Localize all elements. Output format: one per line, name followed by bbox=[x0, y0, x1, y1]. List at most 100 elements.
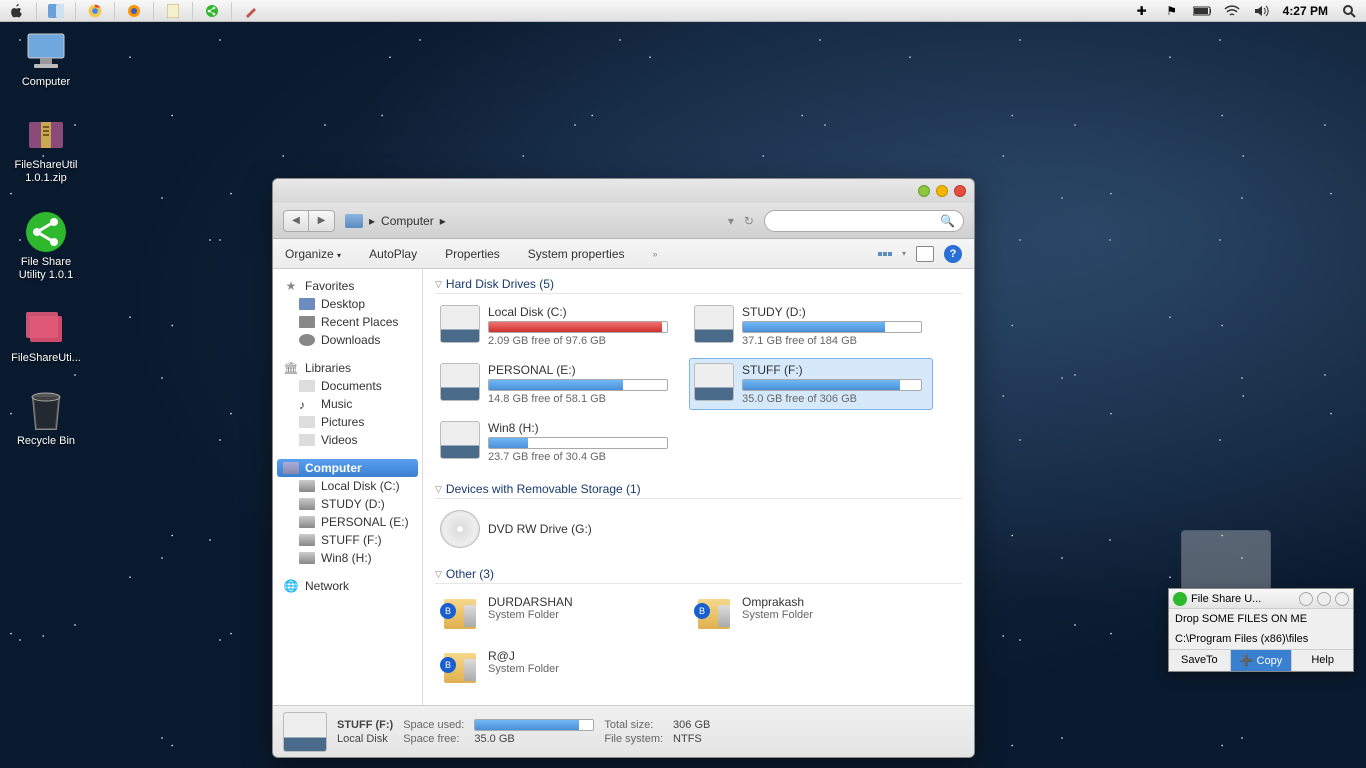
icon-label: FileShareUti... bbox=[11, 352, 81, 365]
util-copy-btn[interactable]: ➕ Copy bbox=[1231, 650, 1293, 671]
sidebar: ★Favorites Desktop Recent Places Downloa… bbox=[273, 269, 423, 705]
clock[interactable]: 4:27 PM bbox=[1283, 4, 1328, 18]
dvd-icon bbox=[440, 510, 480, 548]
firefox-icon[interactable] bbox=[125, 2, 143, 20]
flag-icon[interactable]: ⚑ bbox=[1163, 2, 1181, 20]
favorites-head[interactable]: ★Favorites bbox=[277, 277, 418, 295]
organize-menu[interactable]: Organize ▾ bbox=[285, 247, 341, 261]
drive-icon bbox=[440, 363, 480, 401]
util-titlebar[interactable]: File Share U... bbox=[1169, 589, 1353, 609]
other-item[interactable]: B R@J System Folder bbox=[435, 644, 679, 692]
battery-icon[interactable] bbox=[1193, 2, 1211, 20]
drive-name: STUFF (F:) bbox=[742, 363, 928, 377]
util-close-btn[interactable] bbox=[1335, 592, 1349, 606]
removable-item[interactable]: DVD RW Drive (G:) bbox=[435, 505, 679, 553]
other-item[interactable]: B DURDARSHAN System Folder bbox=[435, 590, 679, 638]
forward-button[interactable]: ▶ bbox=[309, 210, 335, 232]
sidebar-recent[interactable]: Recent Places bbox=[277, 313, 418, 331]
sidebar-drive-f[interactable]: STUFF (F:) bbox=[277, 531, 418, 549]
util-help-btn[interactable]: Help bbox=[1292, 650, 1353, 671]
sidebar-pictures[interactable]: Pictures bbox=[277, 413, 418, 431]
view-icons-btn[interactable] bbox=[878, 252, 892, 256]
status-name: STUFF (F:) bbox=[337, 719, 393, 731]
sidebar-desktop[interactable]: Desktop bbox=[277, 295, 418, 313]
desktop-icon-folder[interactable]: FileShareUti... bbox=[8, 306, 84, 365]
item-name: Omprakash bbox=[742, 595, 928, 609]
drive-usage-bar bbox=[488, 321, 668, 333]
maximize-button[interactable] bbox=[936, 185, 948, 197]
add-icon[interactable]: ✚ bbox=[1133, 2, 1151, 20]
drive-item[interactable]: PERSONAL (E:) 14.8 GB free of 58.1 GB bbox=[435, 358, 679, 410]
drive-free-text: 37.1 GB free of 184 GB bbox=[742, 335, 928, 347]
hdd-section-head[interactable]: ▽Hard Disk Drives (5) bbox=[435, 277, 962, 294]
util-saveto-btn[interactable]: SaveTo bbox=[1169, 650, 1231, 671]
back-button[interactable]: ◀ bbox=[283, 210, 309, 232]
file-share-util-window: File Share U... Drop SOME FILES ON ME C:… bbox=[1168, 588, 1354, 672]
util-max-btn[interactable] bbox=[1317, 592, 1331, 606]
desktop-icon-recycle[interactable]: Recycle Bin bbox=[8, 389, 84, 448]
drive-item[interactable]: STUDY (D:) 37.1 GB free of 184 GB bbox=[689, 300, 933, 352]
notes-icon[interactable] bbox=[164, 2, 182, 20]
libraries-head[interactable]: 🏛Libraries bbox=[277, 359, 418, 377]
drive-name: Local Disk (C:) bbox=[488, 305, 674, 319]
content-pane: ▽Hard Disk Drives (5) Local Disk (C:) 2.… bbox=[423, 269, 974, 705]
sidebar-documents[interactable]: Documents bbox=[277, 377, 418, 395]
preview-pane-btn[interactable] bbox=[916, 246, 934, 262]
drive-item[interactable]: Local Disk (C:) 2.09 GB free of 97.6 GB bbox=[435, 300, 679, 352]
drive-item[interactable]: STUFF (F:) 35.0 GB free of 306 GB bbox=[689, 358, 933, 410]
desktop-icon-computer[interactable]: Computer bbox=[8, 30, 84, 89]
sidebar-music[interactable]: ♪Music bbox=[277, 395, 418, 413]
system-properties-btn[interactable]: System properties bbox=[528, 247, 625, 261]
drive-free-text: 23.7 GB free of 30.4 GB bbox=[488, 451, 674, 463]
sidebar-drive-c[interactable]: Local Disk (C:) bbox=[277, 477, 418, 495]
other-section-head[interactable]: ▽Other (3) bbox=[435, 567, 962, 584]
icon-label: Recycle Bin bbox=[17, 435, 75, 448]
autoplay-btn[interactable]: AutoPlay bbox=[369, 247, 417, 261]
more-btn[interactable]: » bbox=[653, 249, 658, 259]
drive-icon bbox=[694, 363, 734, 401]
titlebar[interactable] bbox=[273, 179, 974, 203]
sidebar-drive-d[interactable]: STUDY (D:) bbox=[277, 495, 418, 513]
sidebar-computer[interactable]: Computer bbox=[277, 459, 418, 477]
sidebar-drive-h[interactable]: Win8 (H:) bbox=[277, 549, 418, 567]
other-item[interactable]: B Omprakash System Folder bbox=[689, 590, 933, 638]
apple-icon[interactable] bbox=[8, 2, 26, 20]
share-icon[interactable] bbox=[203, 2, 221, 20]
finder-icon[interactable] bbox=[47, 2, 65, 20]
chrome-icon[interactable] bbox=[86, 2, 104, 20]
drive-name: Win8 (H:) bbox=[488, 421, 674, 435]
drive-item[interactable]: Win8 (H:) 23.7 GB free of 30.4 GB bbox=[435, 416, 679, 468]
search-input[interactable] bbox=[773, 215, 940, 227]
search-icon[interactable] bbox=[1340, 2, 1358, 20]
removable-section-head[interactable]: ▽Devices with Removable Storage (1) bbox=[435, 482, 962, 499]
sidebar-network[interactable]: 🌐Network bbox=[277, 577, 418, 595]
drive-name: DVD RW Drive (G:) bbox=[488, 522, 592, 536]
desktop-icon-zip[interactable]: FileShareUtil 1.0.1.zip bbox=[8, 113, 84, 185]
desktop-icon-share-util[interactable]: File Share Utility 1.0.1 bbox=[8, 210, 84, 282]
minimize-button[interactable] bbox=[918, 185, 930, 197]
explorer-window: ◀ ▶ ▸ Computer ▸ ▾ ↻ 🔍 Organize ▾ AutoPl… bbox=[272, 178, 975, 758]
icon-label: File Share Utility 1.0.1 bbox=[8, 256, 84, 282]
util-drop-text: Drop SOME FILES ON ME bbox=[1169, 609, 1353, 629]
close-button[interactable] bbox=[954, 185, 966, 197]
sidebar-downloads[interactable]: Downloads bbox=[277, 331, 418, 349]
search-icon: 🔍 bbox=[940, 214, 955, 228]
help-icon[interactable]: ? bbox=[944, 245, 962, 263]
item-name: R@J bbox=[488, 649, 674, 663]
brush-icon[interactable] bbox=[242, 2, 260, 20]
item-sub: System Folder bbox=[488, 663, 674, 675]
sidebar-drive-e[interactable]: PERSONAL (E:) bbox=[277, 513, 418, 531]
bluetooth-folder-icon: B bbox=[440, 649, 480, 687]
breadcrumb[interactable]: ▸ Computer ▸ ▾ ↻ bbox=[345, 209, 754, 233]
properties-btn[interactable]: Properties bbox=[445, 247, 500, 261]
util-min-btn[interactable] bbox=[1299, 592, 1313, 606]
sidebar-videos[interactable]: Videos bbox=[277, 431, 418, 449]
item-name: DURDARSHAN bbox=[488, 595, 674, 609]
search-box[interactable]: 🔍 bbox=[764, 210, 964, 232]
volume-icon[interactable] bbox=[1253, 2, 1271, 20]
drive-name: STUDY (D:) bbox=[742, 305, 928, 319]
drive-icon bbox=[440, 421, 480, 459]
wifi-icon[interactable] bbox=[1223, 2, 1241, 20]
status-bar: STUFF (F:) Space used: Total size: 306 G… bbox=[273, 705, 974, 757]
drive-free-text: 2.09 GB free of 97.6 GB bbox=[488, 335, 674, 347]
